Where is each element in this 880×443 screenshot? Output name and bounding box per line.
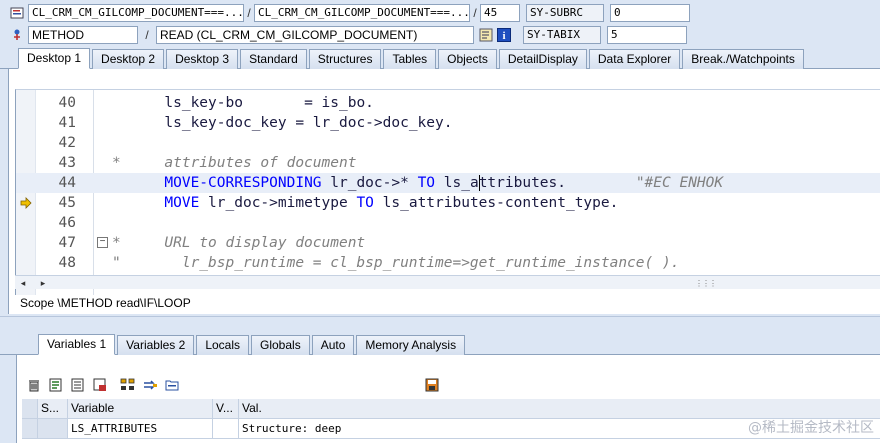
tab-variables-2[interactable]: Variables 2 (117, 335, 195, 355)
list-icon[interactable] (69, 376, 87, 394)
tab-objects[interactable]: Objects (438, 49, 497, 69)
code-text: ls_key-doc_key = lr_doc->doc_key. (164, 115, 453, 131)
sysfield-name-1: SY-SUBRC (526, 4, 604, 22)
program-field[interactable]: CL_CRM_CM_GILCOMP_DOCUMENT===... (28, 4, 244, 22)
code-text: * URL to display document (112, 235, 366, 251)
hierarchy-icon[interactable] (119, 376, 137, 394)
tab-desktop-2[interactable]: Desktop 2 (92, 49, 165, 69)
separator: / (247, 6, 251, 20)
desktop-tab-bar: Desktop 1 Desktop 2 Desktop 3 Standard Struc… (0, 48, 880, 69)
execution-arrow-icon (20, 197, 32, 209)
line-number: 46 (58, 215, 76, 231)
row-selector[interactable] (22, 419, 38, 439)
code-text: MOVE lr_doc->mimetype TO ls_attributes-c… (164, 195, 619, 211)
save-icon[interactable] (423, 376, 441, 394)
scroll-right-icon[interactable]: ▸ (37, 277, 49, 289)
code-line[interactable]: 45 MOVE lr_doc->mimetype TO ls_attribute… (16, 193, 880, 213)
code-text: " lr_bsp_runtime = cl_bsp_runtime=>get_r… (112, 255, 680, 271)
tab-standard[interactable]: Standard (240, 49, 307, 69)
tab-tables[interactable]: Tables (383, 49, 437, 69)
source-code-editor[interactable]: 40 ls_key-bo = is_bo. 41 ls_key-doc_key =… (15, 89, 880, 295)
event-name-field[interactable]: READ (CL_CRM_CM_GILCOMP_DOCUMENT) (156, 26, 474, 44)
program-info-row: CL_CRM_CM_GILCOMP_DOCUMENT===... / CL_CR… (0, 3, 690, 23)
variables-toolbar (25, 376, 439, 394)
column-header-s[interactable]: S... (38, 399, 68, 419)
scroll-left-icon[interactable]: ◂ (17, 277, 29, 289)
line-number-field[interactable]: 45 (480, 4, 520, 22)
folder-icon[interactable] (163, 376, 181, 394)
info-icon[interactable]: i (496, 27, 512, 43)
variable-cell[interactable]: LS_ATTRIBUTES (68, 419, 213, 439)
code-text: ls_key-bo = is_bo. (164, 95, 374, 111)
line-number: 47 (58, 235, 76, 251)
line-number: 40 (58, 95, 76, 111)
detail-icon[interactable] (47, 376, 65, 394)
line-number: 45 (58, 195, 76, 211)
code-line[interactable]: 40 ls_key-bo = is_bo. (16, 93, 880, 113)
delete-icon[interactable] (25, 376, 43, 394)
code-line[interactable]: 44 MOVE-CORRESPONDING lr_doc->* TO ls_at… (16, 173, 880, 193)
sysfield-value-1[interactable]: 0 (610, 4, 690, 22)
column-header-value[interactable]: Val. (239, 399, 880, 419)
method-icon (9, 27, 25, 43)
sysfield-value-2[interactable]: 5 (607, 26, 687, 44)
scope-label: Scope \METHOD read\IF\LOOP (20, 296, 191, 310)
tab-detaildisplay[interactable]: DetailDisplay (498, 49, 587, 69)
line-number: 43 (58, 155, 76, 171)
code-text: * attributes of document (112, 155, 357, 171)
tab-variables-1[interactable]: Variables 1 (38, 334, 116, 355)
code-line[interactable]: 42 (16, 133, 880, 153)
row-selector-header[interactable] (22, 399, 38, 419)
code-text: MOVE-CORRESPONDING lr_doc->* TO ls_attri… (164, 175, 724, 191)
include-field[interactable]: CL_CRM_CM_GILCOMP_DOCUMENT===... (254, 4, 470, 22)
v-cell (213, 419, 239, 439)
line-number: 42 (58, 135, 76, 151)
separator: / (473, 6, 477, 20)
program-icon (9, 5, 25, 21)
line-number: 44 (58, 175, 76, 191)
tab-desktop-3[interactable]: Desktop 3 (166, 49, 239, 69)
splitter[interactable] (0, 316, 880, 317)
display-source-icon[interactable] (478, 27, 494, 43)
event-type-field[interactable]: METHOD (28, 26, 138, 44)
code-line[interactable]: 41 ls_key-doc_key = lr_doc->doc_key. (16, 113, 880, 133)
tab-auto[interactable]: Auto (311, 335, 355, 355)
transfer-icon[interactable] (141, 376, 159, 394)
column-header-variable[interactable]: Variable (68, 399, 213, 419)
scroll-grip-icon[interactable]: ⋮⋮⋮ (695, 279, 717, 288)
grid-header-row: S... Variable V... Val. (22, 399, 880, 419)
status-cell (38, 419, 68, 439)
collapse-icon[interactable]: − (97, 237, 108, 248)
event-info-row: METHOD / READ (CL_CRM_CM_GILCOMP_DOCUMEN… (0, 25, 687, 45)
text-cursor (478, 175, 480, 191)
tab-break-watchpoints[interactable]: Break./Watchpoints (682, 49, 804, 69)
code-line[interactable]: 48 " lr_bsp_runtime = cl_bsp_runtime=>get… (16, 253, 880, 273)
tab-data-explorer[interactable]: Data Explorer (588, 49, 681, 69)
line-number: 41 (58, 115, 76, 131)
sysfield-name-2: SY-TABIX (523, 26, 601, 44)
column-header-v[interactable]: V... (213, 399, 239, 419)
line-number: 48 (58, 255, 76, 271)
code-line[interactable]: 46 (16, 213, 880, 233)
code-line[interactable]: 43 * attributes of document (16, 153, 880, 173)
tab-memory-analysis[interactable]: Memory Analysis (356, 335, 466, 355)
source-panel: 40 ls_key-bo = is_bo. 41 ls_key-doc_key =… (8, 69, 880, 314)
svg-text:i: i (502, 30, 505, 42)
tab-locals[interactable]: Locals (196, 335, 249, 355)
export-icon[interactable] (91, 376, 109, 394)
watermark: @稀土掘金技术社区 (748, 420, 874, 436)
code-line[interactable]: 47 * URL to display document (16, 233, 880, 253)
tab-desktop-1[interactable]: Desktop 1 (18, 48, 91, 69)
tab-globals[interactable]: Globals (251, 335, 310, 355)
variable-tab-bar: Variables 1 Variables 2 Locals Globals Auto M… (0, 334, 880, 355)
horizontal-scrollbar[interactable]: ◂ ▸ ⋮⋮⋮ (15, 275, 880, 289)
tab-structures[interactable]: Structures (308, 49, 382, 69)
separator: / (145, 28, 149, 42)
